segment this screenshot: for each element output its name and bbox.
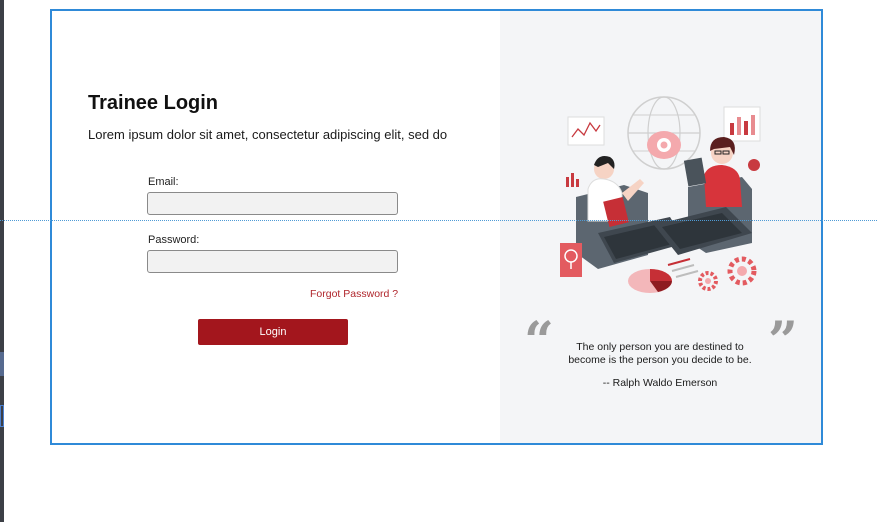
pie-chart-icon <box>628 269 672 293</box>
online-learning-illustration <box>560 96 761 293</box>
login-button[interactable]: Login <box>198 319 348 345</box>
quote-text: The only person you are destined to beco… <box>550 341 770 367</box>
page-subtitle: Lorem ipsum dolor sit amet, consectetur … <box>88 127 448 142</box>
quote-close-icon: ” <box>768 311 798 372</box>
gears-icon <box>698 256 757 291</box>
login-card: Trainee Login Lorem ipsum dolor sit amet… <box>50 9 823 445</box>
gear-bubble-icon <box>647 131 681 159</box>
editor-strip-marker <box>0 352 4 376</box>
quote-author: -- Ralph Waldo Emerson <box>602 377 718 389</box>
forgot-password-link[interactable]: Forgot Password ? <box>310 288 398 300</box>
bar-chart-card-icon <box>723 106 761 142</box>
pie-dot-icon <box>748 159 760 171</box>
lightbulb-card-icon <box>560 243 582 277</box>
editor-sidebar-strip <box>0 0 4 522</box>
login-form-pane: Trainee Login Lorem ipsum dolor sit amet… <box>52 11 500 443</box>
illustration-pane: “ The only person you are destined to be… <box>500 11 821 443</box>
editor-strip-marker-outline <box>0 405 4 427</box>
quote-line-2: become is the person you decide to be. <box>568 354 752 366</box>
mini-bars-icon <box>566 173 579 187</box>
password-label: Password: <box>148 234 200 246</box>
list-lines-icon <box>667 258 699 278</box>
email-field[interactable] <box>147 192 398 215</box>
quote-line-1: The only person you are destined to <box>576 341 744 353</box>
line-chart-card-icon <box>567 116 605 146</box>
page-title: Trainee Login <box>88 92 219 114</box>
email-label: Email: <box>148 176 179 188</box>
password-field[interactable] <box>147 250 398 273</box>
